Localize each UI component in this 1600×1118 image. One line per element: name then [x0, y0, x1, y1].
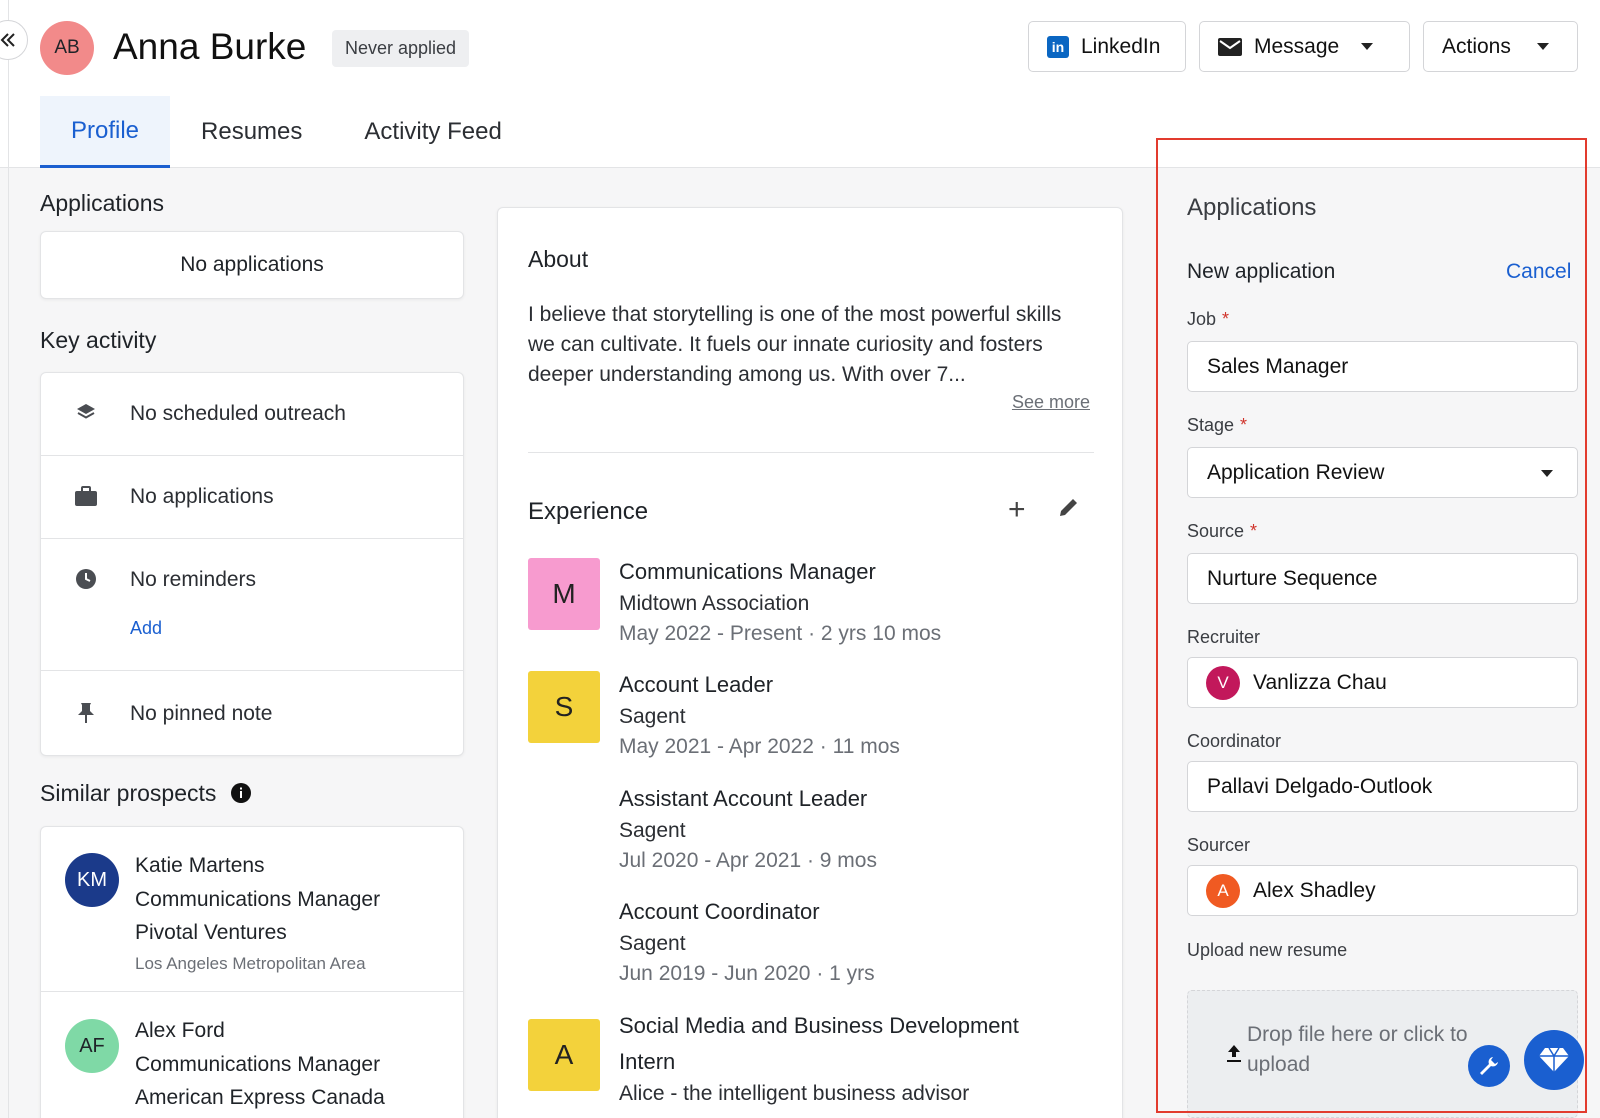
add-experience-button[interactable]: + — [1008, 495, 1026, 525]
applications-heading: Applications — [40, 190, 165, 216]
key-activity-text: No applications — [130, 485, 274, 508]
applications-empty-text: No applications — [180, 253, 324, 276]
key-activity-card: No scheduled outreach No applications No… — [40, 372, 464, 756]
prospect-row[interactable]: AF Alex Ford Communications Manager Amer… — [41, 992, 463, 1118]
about-heading: About — [528, 246, 589, 272]
divider — [528, 452, 1094, 453]
prospect-company: American Express Canada — [135, 1086, 385, 1109]
prospect-company: Pivotal Ventures — [135, 921, 287, 944]
candidate-avatar: AB — [40, 21, 94, 75]
chevron-down-icon — [1536, 43, 1549, 50]
chevron-down-icon — [1361, 43, 1374, 50]
actions-button[interactable]: Actions — [1423, 21, 1578, 72]
info-icon[interactable] — [230, 783, 251, 803]
similar-prospects-title: Similar prospects — [40, 780, 217, 806]
prospect-title: Communications Manager — [135, 1053, 381, 1076]
experience-title: Account Leader — [619, 672, 774, 697]
tab-resumes[interactable]: Resumes — [170, 96, 333, 168]
message-button[interactable]: Message — [1199, 21, 1410, 72]
experience-title: Communications Manager — [619, 559, 876, 584]
prospect-row[interactable]: KM Katie Martens Communications Manager … — [41, 827, 463, 992]
similar-prospects-card: KM Katie Martens Communications Manager … — [40, 826, 464, 1118]
profile-tabs: Profile Resumes Activity Feed — [40, 96, 533, 168]
experience-dates: Jul 2020 - Apr 2021 · 9 mos — [619, 849, 877, 872]
profile-main-card: About I believe that storytelling is one… — [497, 207, 1123, 1118]
linkedin-button[interactable]: in LinkedIn — [1028, 21, 1186, 72]
experience-company: Sagent — [619, 705, 686, 728]
add-reminder-link[interactable]: Add — [130, 618, 162, 639]
actions-button-label: Actions — [1442, 34, 1511, 58]
left-rule — [8, 0, 9, 1118]
experience-company: Alice - the intelligent business advisor — [619, 1082, 970, 1105]
pin-icon — [75, 702, 97, 724]
experience-dates: Jun 2019 - Jun 2020 · 1 yrs — [619, 962, 875, 985]
key-activity-text: No reminders — [130, 568, 257, 591]
experience-dates: May 2022 - Present · 2 yrs 10 mos — [619, 622, 942, 645]
avatar: KM — [65, 853, 119, 907]
prospect-location: Los Angeles Metropolitan Area — [135, 954, 366, 973]
see-more-link[interactable]: See more — [1012, 392, 1090, 413]
double-chevron-left-icon — [0, 33, 15, 47]
experience-title-continued: Intern — [619, 1049, 676, 1074]
key-activity-row: No applications — [41, 456, 463, 539]
clock-icon — [75, 568, 97, 590]
mail-icon — [1218, 37, 1242, 56]
highlight-box — [1156, 138, 1587, 1113]
linkedin-button-label: LinkedIn — [1081, 34, 1161, 58]
company-logo: A — [528, 1019, 600, 1091]
key-activity-row: No scheduled outreach — [41, 373, 463, 456]
key-activity-text: No pinned note — [130, 702, 273, 725]
experience-title: Assistant Account Leader — [619, 786, 868, 811]
similar-prospects-heading: Similar prospects — [40, 780, 251, 807]
tab-profile[interactable]: Profile — [40, 96, 171, 168]
experience-company: Midtown Association — [619, 592, 810, 615]
experience-title: Account Coordinator — [619, 899, 820, 924]
status-badge: Never applied — [332, 30, 470, 67]
experience-heading: Experience — [528, 498, 649, 525]
prospect-name: Alex Ford — [135, 1019, 225, 1042]
layers-icon — [75, 402, 97, 424]
key-activity-text: No scheduled outreach — [130, 402, 346, 425]
briefcase-icon — [75, 485, 97, 507]
prospect-title: Communications Manager — [135, 888, 381, 911]
message-button-label: Message — [1254, 34, 1340, 58]
experience-company: Sagent — [619, 932, 686, 955]
linkedin-icon: in — [1047, 35, 1069, 58]
candidate-name: Anna Burke — [113, 26, 307, 67]
avatar: AF — [65, 1019, 119, 1073]
key-activity-row: No pinned note — [41, 671, 463, 755]
experience-dates: May 2021 - Apr 2022 · 11 mos — [619, 735, 900, 758]
edit-experience-button[interactable] — [1058, 496, 1080, 523]
about-text: I believe that storytelling is one of th… — [528, 303, 1062, 386]
applications-empty-card: No applications — [40, 231, 464, 299]
pencil-icon — [1060, 499, 1077, 516]
company-logo: S — [528, 671, 600, 743]
company-logo: M — [528, 558, 600, 630]
prospect-name: Katie Martens — [135, 854, 265, 877]
key-activity-row: No reminders Add — [41, 539, 463, 671]
experience-company: Sagent — [619, 819, 686, 842]
tab-activity-feed[interactable]: Activity Feed — [333, 96, 532, 168]
key-activity-heading: Key activity — [40, 327, 157, 353]
experience-title: Social Media and Business Development — [619, 1013, 1019, 1038]
